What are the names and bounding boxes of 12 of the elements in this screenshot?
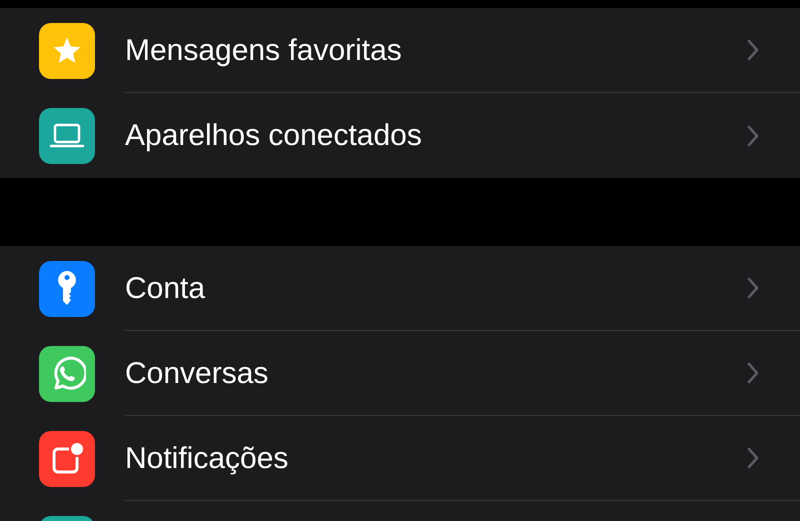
laptop-icon — [49, 122, 85, 150]
menu-item-label[interactable]: Notificações — [125, 436, 746, 480]
chevron-icon — [746, 124, 760, 148]
menu-item-label[interactable]: Conta — [125, 266, 746, 310]
menu-item-label[interactable]: Aparelhos conectados — [125, 113, 746, 158]
chevron-icon — [746, 446, 760, 470]
menu-item-label[interactable]: Conversas — [125, 350, 746, 396]
chevron-icon — [746, 361, 760, 385]
chevron-icon — [746, 276, 760, 300]
menu-item-label[interactable]: Mensagens favoritas — [125, 28, 746, 72]
key-icon — [56, 270, 78, 308]
chevron-icon — [746, 38, 760, 62]
